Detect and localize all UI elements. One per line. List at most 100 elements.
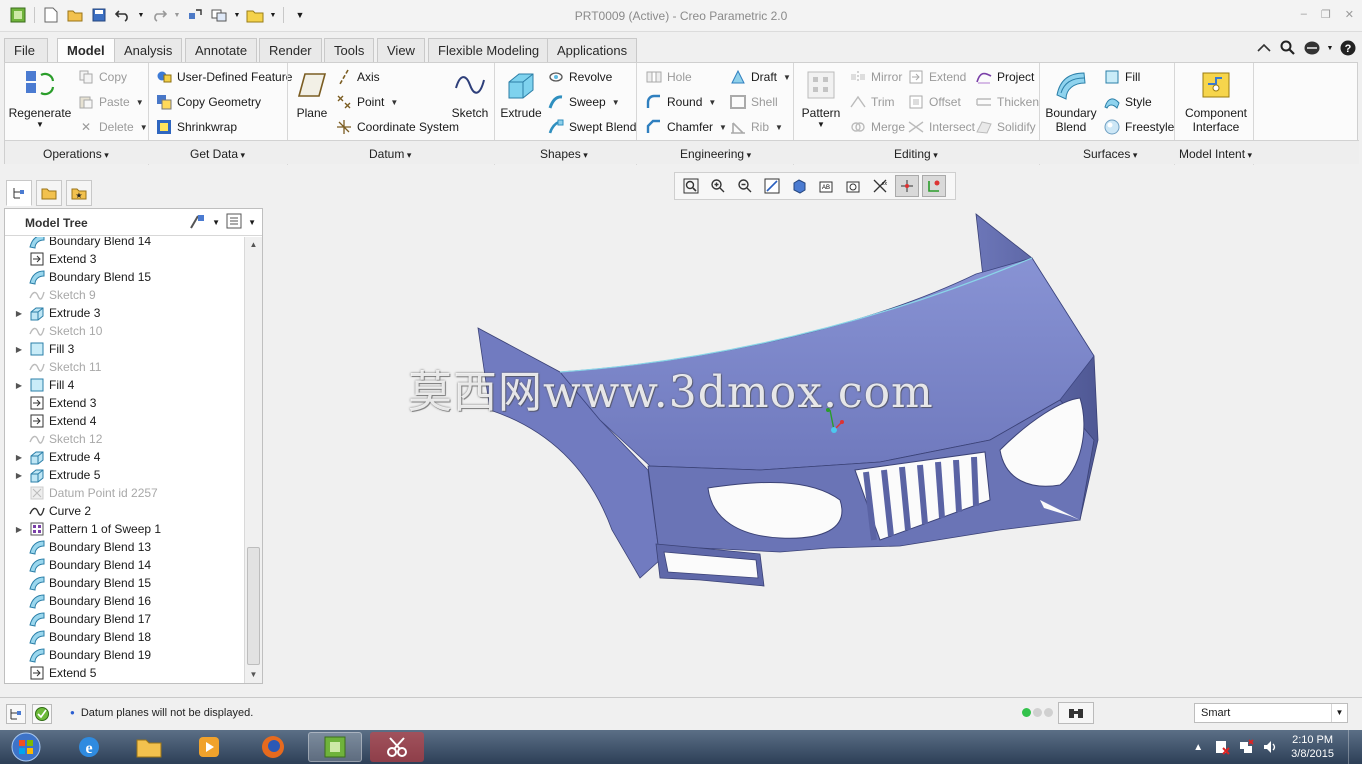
tree-item[interactable]: Boundary Blend 19 (5, 646, 243, 664)
tree-item[interactable]: Boundary Blend 15 (5, 268, 243, 286)
zoom-out-icon[interactable] (733, 175, 757, 197)
tree-item[interactable]: ▶ Pattern 1 of Sweep 1 (5, 520, 243, 538)
group-get-data[interactable]: Get Data (190, 147, 245, 161)
network-icon[interactable] (1237, 738, 1255, 756)
model-tree-scrollbar[interactable]: ▲ ▼ (244, 237, 262, 683)
tab-view[interactable]: View (377, 38, 425, 62)
community-dropdown-icon[interactable]: ▼ (1326, 38, 1334, 58)
tree-settings-dropdown-icon[interactable]: ▼ (212, 218, 220, 227)
tree-settings-icon[interactable] (188, 213, 206, 232)
taskbar-internet-explorer[interactable]: e (62, 732, 116, 762)
action-center-icon[interactable] (1213, 738, 1231, 756)
coordinate-system-button[interactable]: Coordinate System (335, 117, 459, 137)
tree-item[interactable]: Curve 2 (5, 502, 243, 520)
tab-annotate[interactable]: Annotate (185, 38, 258, 62)
tab-model[interactable]: Model (57, 38, 115, 63)
tree-item[interactable]: ▶ Extrude 4 (5, 448, 243, 466)
taskbar-media-player[interactable] (182, 732, 236, 762)
regenerate-button[interactable]: Regenerate ▼ (9, 67, 71, 129)
group-operations[interactable]: Operations (43, 147, 109, 161)
search-icon[interactable] (1278, 38, 1298, 58)
tree-item[interactable]: Boundary Blend 13 (5, 538, 243, 556)
round-button[interactable]: Round ▼ (645, 92, 716, 112)
help-icon[interactable]: ? (1338, 38, 1358, 58)
group-model-intent[interactable]: Model Intent (1179, 147, 1252, 161)
sweep-button[interactable]: Sweep ▼ (547, 92, 620, 112)
tab-flexible-modeling[interactable]: Flexible Modeling (428, 38, 550, 62)
hole-button[interactable]: Hole (645, 67, 692, 87)
project-button[interactable]: Project (975, 67, 1034, 87)
axis-button[interactable]: Axis (335, 67, 380, 87)
tree-item[interactable]: Boundary Blend 14 (5, 237, 243, 250)
tree-item[interactable]: Boundary Blend 18 (5, 628, 243, 646)
offset-button[interactable]: Offset (907, 92, 961, 112)
tab-tools[interactable]: Tools (324, 38, 375, 62)
group-surfaces[interactable]: Surfaces (1083, 147, 1137, 161)
tree-item[interactable]: ▶ Fill 4 (5, 376, 243, 394)
collapse-ribbon-icon[interactable] (1254, 38, 1274, 58)
find-icon[interactable] (1058, 702, 1094, 724)
repaint-icon[interactable] (760, 175, 784, 197)
point-button[interactable]: Point ▼ (335, 92, 398, 112)
freestyle-button[interactable]: Freestyle (1103, 117, 1174, 137)
tab-analysis[interactable]: Analysis (114, 38, 183, 62)
expand-arrow-icon[interactable]: ▶ (13, 471, 25, 480)
tree-item[interactable]: Extend 4 (5, 412, 243, 430)
fill-button[interactable]: Fill (1103, 67, 1140, 87)
favorites-tab[interactable]: ★ (66, 180, 92, 206)
group-shapes[interactable]: Shapes (540, 147, 588, 161)
refit-icon[interactable] (679, 175, 703, 197)
taskbar-creo[interactable] (308, 732, 362, 762)
expand-arrow-icon[interactable]: ▶ (13, 453, 25, 462)
extrude-button[interactable]: Extrude (499, 67, 543, 120)
tree-columns-icon[interactable] (226, 213, 242, 232)
expand-arrow-icon[interactable]: ▶ (13, 309, 25, 318)
toggle-browser-icon[interactable] (32, 704, 52, 724)
paste-button[interactable]: Paste ▼ (77, 92, 144, 112)
tray-expand-icon[interactable]: ▲ (1189, 738, 1207, 756)
zoom-in-icon[interactable] (706, 175, 730, 197)
scroll-up-icon[interactable]: ▲ (245, 237, 262, 253)
boundary-blend-button[interactable]: Boundary Blend (1045, 67, 1097, 134)
intersect-button[interactable]: Intersect (907, 117, 975, 137)
merge-button[interactable]: Merge (849, 117, 905, 137)
tree-item[interactable]: Sketch 9 (5, 286, 243, 304)
taskbar-firefox[interactable] (246, 732, 300, 762)
model-tree-tab[interactable] (6, 180, 32, 206)
tree-item[interactable]: Boundary Blend 16 (5, 592, 243, 610)
thicken-button[interactable]: Thicken (975, 92, 1039, 112)
graphics-area[interactable] (268, 200, 1362, 694)
tab-applications[interactable]: Applications (547, 38, 638, 62)
annotation-display-icon[interactable] (922, 175, 946, 197)
tree-item[interactable]: Boundary Blend 15 (5, 574, 243, 592)
pattern-button[interactable]: Pattern ▼ (799, 67, 843, 129)
spin-center-icon[interactable] (895, 175, 919, 197)
tree-item[interactable]: Sketch 10 (5, 322, 243, 340)
scroll-thumb[interactable] (247, 547, 260, 665)
datum-display-icon[interactable]: xx (868, 175, 892, 197)
tree-item[interactable]: Sketch 11 (5, 358, 243, 376)
saved-orientations-icon[interactable]: AB (814, 175, 838, 197)
plane-button[interactable]: Plane (295, 67, 329, 120)
expand-arrow-icon[interactable]: ▶ (13, 345, 25, 354)
expand-arrow-icon[interactable]: ▶ (13, 525, 25, 534)
chamfer-button[interactable]: Chamfer ▼ (645, 117, 727, 137)
selection-filter[interactable]: Smart ▼ (1194, 703, 1348, 723)
revolve-button[interactable]: Revolve (547, 67, 612, 87)
extend-button[interactable]: Extend (907, 67, 966, 87)
shell-button[interactable]: Shell (729, 92, 778, 112)
group-editing[interactable]: Editing (894, 147, 938, 161)
tree-item[interactable]: Sketch 12 (5, 430, 243, 448)
minimize-button[interactable]: – (1301, 8, 1307, 21)
community-icon[interactable] (1302, 38, 1322, 58)
tree-item[interactable]: Boundary Blend 17 (5, 610, 243, 628)
style-button[interactable]: Style (1103, 92, 1152, 112)
component-interface-button[interactable]: Component Interface (1181, 67, 1251, 134)
chevron-down-icon[interactable]: ▼ (1331, 704, 1347, 722)
show-desktop-button[interactable] (1348, 730, 1362, 764)
user-defined-feature-button[interactable]: User-Defined Feature (155, 67, 292, 87)
trim-button[interactable]: Trim (849, 92, 895, 112)
sketch-button[interactable]: Sketch (451, 67, 489, 120)
clock[interactable]: 2:10 PM 3/8/2015 (1291, 733, 1334, 761)
group-datum[interactable]: Datum (369, 147, 411, 161)
